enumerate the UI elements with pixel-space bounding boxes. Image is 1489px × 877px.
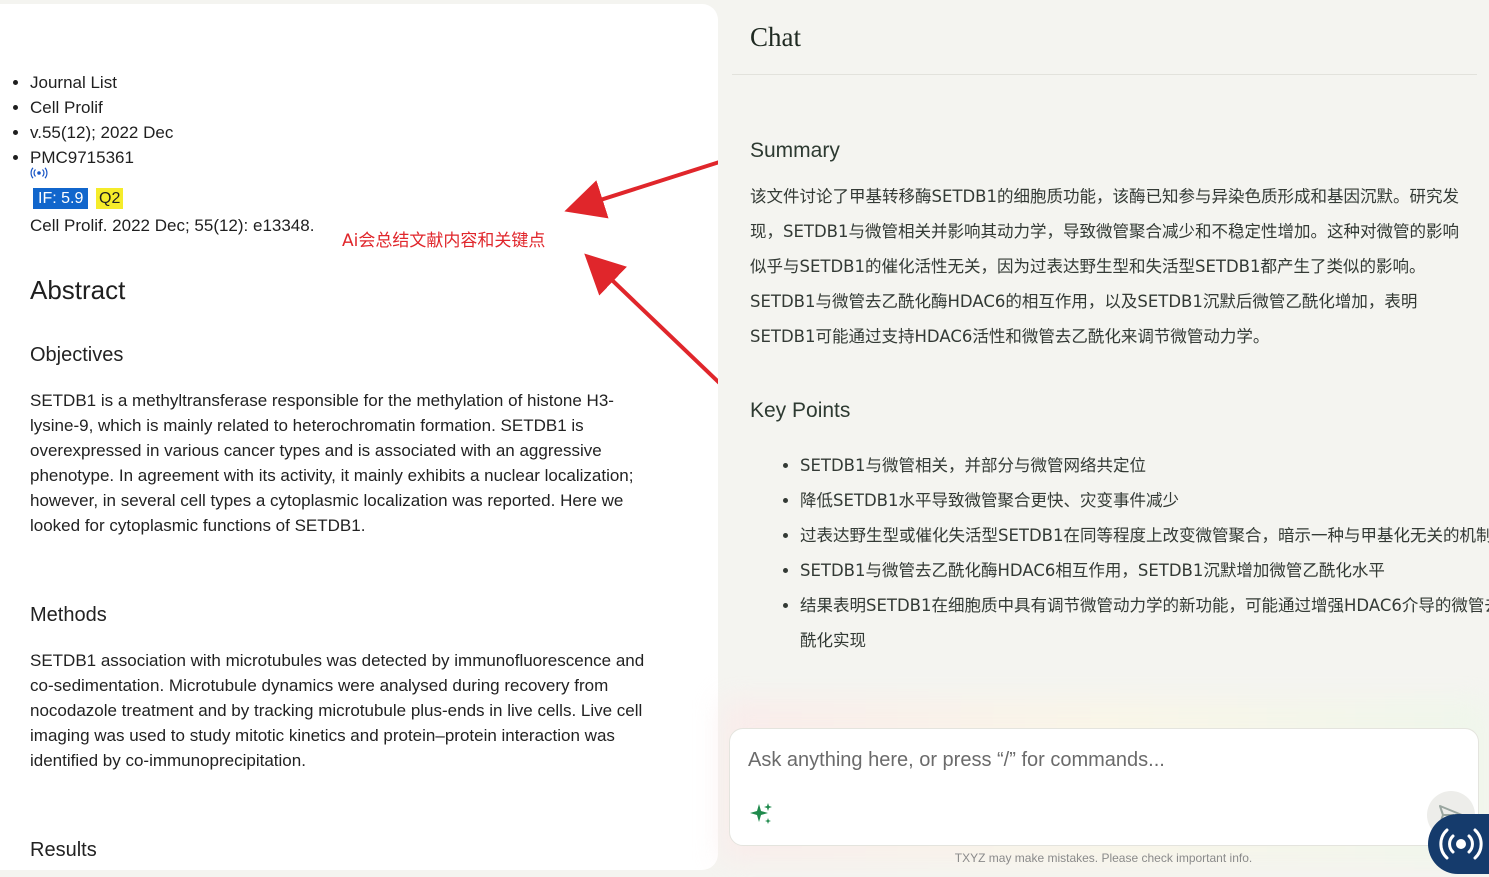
- disclaimer: TXYZ may make mistakes. Please check imp…: [954, 851, 1253, 865]
- key-points-list: SETDB1与微管相关，并部分与微管网络共定位 降低SETDB1水平导致微管聚合…: [750, 448, 1489, 658]
- annotation-arrow-key-points: [584, 253, 734, 397]
- key-point: 结果表明SETDB1在细胞质中具有调节微管动力学的新功能，可能通过增强HDAC6…: [800, 588, 1489, 658]
- chat-panel: Chat Summary 该文件讨论了甲基转移酶SETDB1的细胞质功能，该酶已…: [718, 0, 1489, 874]
- key-point: 过表达野生型或催化失活型SETDB1在同等程度上改变微管聚合，暗示一种与甲基化无…: [800, 518, 1489, 553]
- key-point: 降低SETDB1水平导致微管聚合更快、灾变事件减少: [800, 483, 1489, 518]
- chat-title: Chat: [750, 22, 801, 52]
- summary-text: 该文件讨论了甲基转移酶SETDB1的细胞质功能，该酶已知参与异染色质形成和基因沉…: [750, 187, 1460, 346]
- sparkle-icon[interactable]: [748, 801, 774, 827]
- summary-heading: Summary: [750, 139, 840, 162]
- broadcast-icon: [1439, 828, 1483, 860]
- key-point: SETDB1与微管去乙酰化酶HDAC6相互作用，SETDB1沉默增加微管乙酰化水…: [800, 553, 1489, 588]
- chat-input-box: [729, 728, 1479, 846]
- key-points-heading: Key Points: [750, 399, 851, 422]
- divider: [732, 74, 1477, 75]
- annotation-arrow-summary: [564, 156, 733, 219]
- podcast-button[interactable]: [1428, 814, 1489, 874]
- chat-input[interactable]: [746, 745, 1410, 775]
- key-point: SETDB1与微管相关，并部分与微管网络共定位: [800, 448, 1489, 483]
